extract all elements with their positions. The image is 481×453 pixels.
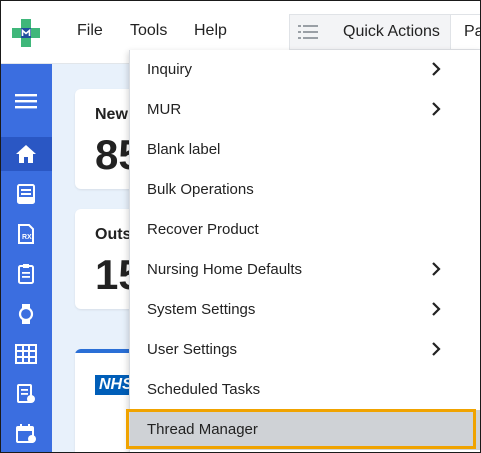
clipboard-icon <box>18 264 34 284</box>
menu-item-inquiry[interactable]: Inquiry <box>130 50 480 90</box>
card-title: Outs <box>95 226 132 243</box>
menu-item-blank-label[interactable]: Blank label <box>130 130 480 170</box>
menu-help[interactable]: Help <box>194 22 227 40</box>
menu-item-recover-product[interactable]: Recover Product <box>130 210 480 250</box>
chevron-right-icon <box>432 342 441 356</box>
menu-item-system-settings[interactable]: System Settings <box>130 290 480 330</box>
menu-item-mur[interactable]: MUR <box>130 90 480 130</box>
nav-menu-toggle[interactable] <box>1 84 52 118</box>
menu-file[interactable]: File <box>77 22 103 40</box>
calendar-icon <box>16 424 36 443</box>
nav-calendar[interactable] <box>1 417 52 451</box>
chevron-right-icon <box>432 102 441 116</box>
quick-actions-list-icon <box>298 25 318 39</box>
menu-item-scheduled-tasks[interactable]: Scheduled Tasks <box>130 370 480 410</box>
tools-dropdown-menu: Inquiry MUR Blank label Bulk Operations … <box>129 50 480 452</box>
prescription-icon: RX <box>18 224 34 244</box>
menu-item-nursing-home-defaults[interactable]: Nursing Home Defaults <box>130 250 480 290</box>
next-tab-button[interactable]: Pa <box>450 14 480 50</box>
menu-tools[interactable]: Tools <box>130 22 167 40</box>
app-logo-icon[interactable] <box>10 17 42 49</box>
menu-item-label: Nursing Home Defaults <box>147 261 303 278</box>
menu-item-bulk-operations[interactable]: Bulk Operations <box>130 170 480 210</box>
nav-clipboard[interactable] <box>1 257 52 291</box>
menu-item-label: Bulk Operations <box>147 181 254 198</box>
hamburger-icon <box>15 94 37 109</box>
app-window: File Tools Help Quick Actions Pa <box>0 0 481 453</box>
document-settings-icon <box>17 384 35 403</box>
inbox-icon <box>17 184 35 204</box>
menu-item-label: Scheduled Tasks <box>147 381 261 398</box>
menu-item-label: User Settings <box>147 341 238 358</box>
svg-text:RX: RX <box>22 234 32 241</box>
chevron-right-icon <box>432 62 441 76</box>
next-tab-label: Pa <box>464 23 480 40</box>
grid-icon <box>15 344 37 364</box>
quick-actions-label: Quick Actions <box>343 23 440 40</box>
nav-home[interactable] <box>1 137 52 171</box>
chevron-right-icon <box>432 262 441 276</box>
nav-grid[interactable] <box>1 337 52 371</box>
menu-item-label: Recover Product <box>147 221 259 238</box>
menu-item-label: Inquiry <box>147 61 193 78</box>
menu-item-label: MUR <box>147 101 182 118</box>
nav-prescriptions[interactable]: RX <box>1 217 52 251</box>
nav-watch[interactable] <box>1 297 52 331</box>
quick-actions-button[interactable]: Quick Actions <box>289 14 450 50</box>
chevron-right-icon <box>432 302 441 316</box>
home-icon <box>16 145 36 163</box>
menu-item-label: Blank label <box>147 141 221 158</box>
nav-inbox[interactable] <box>1 177 52 211</box>
nav-document-settings[interactable] <box>1 377 52 411</box>
menu-item-label: System Settings <box>147 301 256 318</box>
menu-item-user-settings[interactable]: User Settings <box>130 330 480 370</box>
card-title: New <box>95 106 128 123</box>
side-navigation: RX <box>1 64 52 452</box>
watch-icon <box>18 304 34 324</box>
highlight-annotation-box <box>126 409 476 449</box>
